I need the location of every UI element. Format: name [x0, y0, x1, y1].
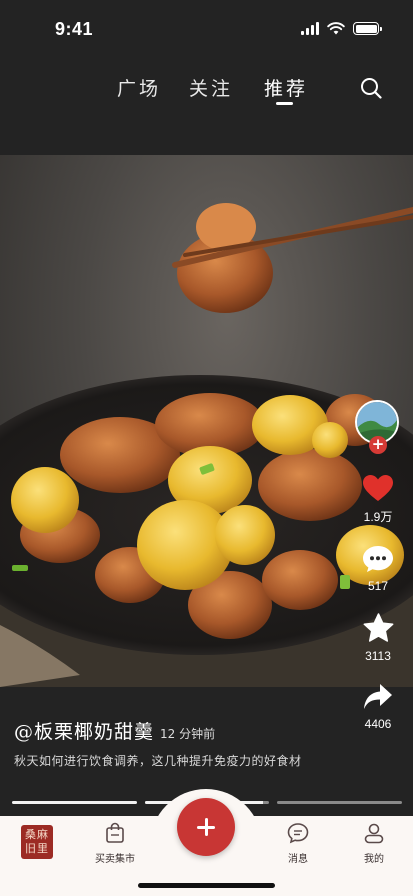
- nav-messages-label: 消息: [288, 854, 308, 865]
- share-button[interactable]: 4406: [353, 683, 403, 731]
- nav-profile-label: 我的: [364, 854, 384, 865]
- active-tab-indicator: [276, 102, 293, 105]
- post-header: @板栗椰奶甜羹 12 分钟前: [14, 717, 354, 744]
- post-title[interactable]: @板栗椰奶甜羹: [14, 721, 154, 743]
- favorite-button[interactable]: 3113: [353, 613, 403, 663]
- app-logo-text: 桑麻旧里: [25, 828, 49, 855]
- shopping-bag-icon: [106, 822, 124, 843]
- nav-messages[interactable]: 消息: [268, 822, 328, 865]
- create-post-button[interactable]: [177, 798, 235, 856]
- nav-profile[interactable]: 我的: [344, 822, 404, 865]
- progress-segment: [12, 801, 137, 804]
- status-bar: 9:41: [0, 0, 413, 60]
- share-count: 4406: [364, 717, 392, 731]
- status-time: 9:41: [55, 19, 94, 39]
- tab-recommended[interactable]: 推荐: [264, 74, 308, 101]
- like-count: 1.9万: [363, 510, 393, 524]
- heart-icon: [363, 475, 393, 501]
- wifi-icon: [327, 22, 345, 35]
- post-image[interactable]: [0, 155, 413, 687]
- battery-icon: [353, 22, 382, 35]
- home-indicator: [138, 883, 275, 888]
- post-caption: @板栗椰奶甜羹 12 分钟前 秋天如何进行饮食调养，这几种提升免疫力的好食材: [14, 717, 354, 771]
- favorite-count: 3113: [365, 649, 391, 663]
- like-button[interactable]: 1.9万: [353, 475, 403, 525]
- status-icons: [301, 22, 382, 35]
- tab-square[interactable]: 广场: [117, 74, 161, 101]
- nav-market[interactable]: 买卖集市: [85, 822, 145, 865]
- top-nav: 广场 关注 推荐: [0, 60, 413, 120]
- comment-button[interactable]: 517: [353, 545, 403, 593]
- comment-icon: [363, 546, 393, 572]
- share-icon: [364, 684, 392, 709]
- search-icon[interactable]: [359, 76, 383, 100]
- tab-following[interactable]: 关注: [189, 74, 233, 101]
- follow-button[interactable]: +: [369, 436, 387, 454]
- cellular-signal-icon: [301, 22, 319, 35]
- message-icon: [287, 823, 309, 844]
- star-icon: [363, 613, 393, 642]
- profile-icon: [364, 823, 384, 844]
- post-description: 秋天如何进行饮食调养，这几种提升免疫力的好食材: [14, 754, 302, 768]
- progress-segment: [277, 801, 403, 804]
- food-image-illustration: [0, 203, 413, 687]
- nav-market-label: 买卖集市: [95, 854, 135, 865]
- comment-count: 517: [367, 579, 389, 593]
- app-logo[interactable]: 桑麻旧里: [21, 825, 53, 859]
- post-time: 12 分钟前: [160, 727, 216, 741]
